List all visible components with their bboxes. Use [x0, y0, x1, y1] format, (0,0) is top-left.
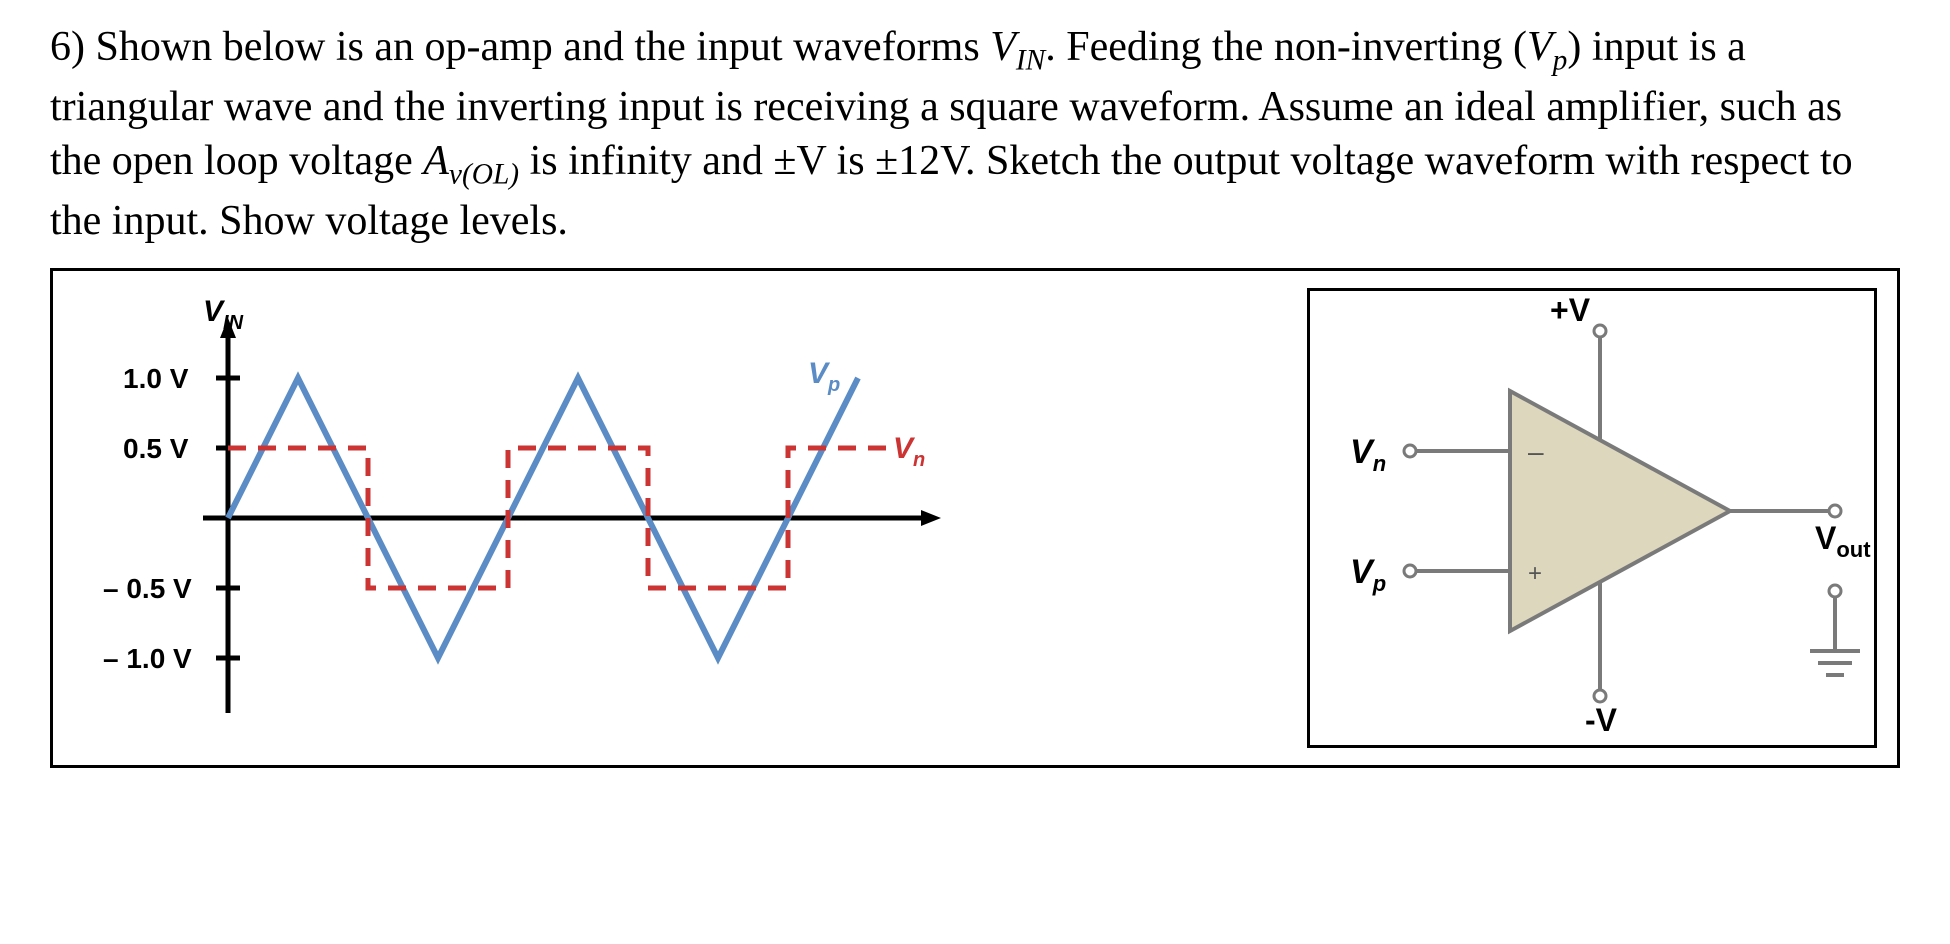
- x-axis-arrow-icon: [921, 510, 941, 526]
- vp-terminal-icon: [1404, 565, 1416, 577]
- vout-label: Vout: [1815, 520, 1871, 562]
- minus-v-label: -V: [1585, 702, 1618, 738]
- vout-terminal-bottom-icon: [1829, 585, 1841, 597]
- vn-legend: Vn: [893, 432, 925, 471]
- minus-sign: –: [1528, 436, 1544, 467]
- plus-sign: +: [1528, 560, 1542, 587]
- plus-v-label: +V: [1550, 292, 1591, 328]
- question-text: 6) Shown below is an op-amp and the inpu…: [50, 20, 1900, 248]
- figure-container: VIN 1.0 V 0.5 V – 0.5 V – 1.0 V Vp Vn Vn…: [50, 268, 1900, 768]
- vn-terminal-icon: [1404, 445, 1416, 457]
- opamp-triangle-icon: [1510, 391, 1730, 631]
- plus-v-terminal-icon: [1594, 325, 1606, 337]
- vp-legend: Vp: [808, 357, 840, 396]
- vp-symbol: Vp: [1527, 24, 1567, 70]
- vn-label: Vn: [1350, 433, 1386, 476]
- vout-terminal-top-icon: [1829, 505, 1841, 517]
- question-number: 6): [50, 24, 85, 70]
- vp-label: Vp: [1350, 553, 1386, 596]
- avol-symbol: Av(OL): [423, 138, 519, 184]
- tick-label-neg05v: – 0.5 V: [103, 573, 192, 604]
- waveform-graph: VIN 1.0 V 0.5 V – 0.5 V – 1.0 V Vp Vn: [73, 293, 943, 743]
- vin-symbol: VIN: [990, 24, 1045, 70]
- tick-label-05v: 0.5 V: [123, 433, 189, 464]
- opamp-circuit: Vn – Vp + +V -V Vout: [1307, 288, 1877, 748]
- tick-label-neg1v: – 1.0 V: [103, 643, 192, 674]
- minus-v-terminal-icon: [1594, 690, 1606, 702]
- tick-label-1v: 1.0 V: [123, 363, 189, 394]
- y-axis-label: VIN: [203, 295, 244, 334]
